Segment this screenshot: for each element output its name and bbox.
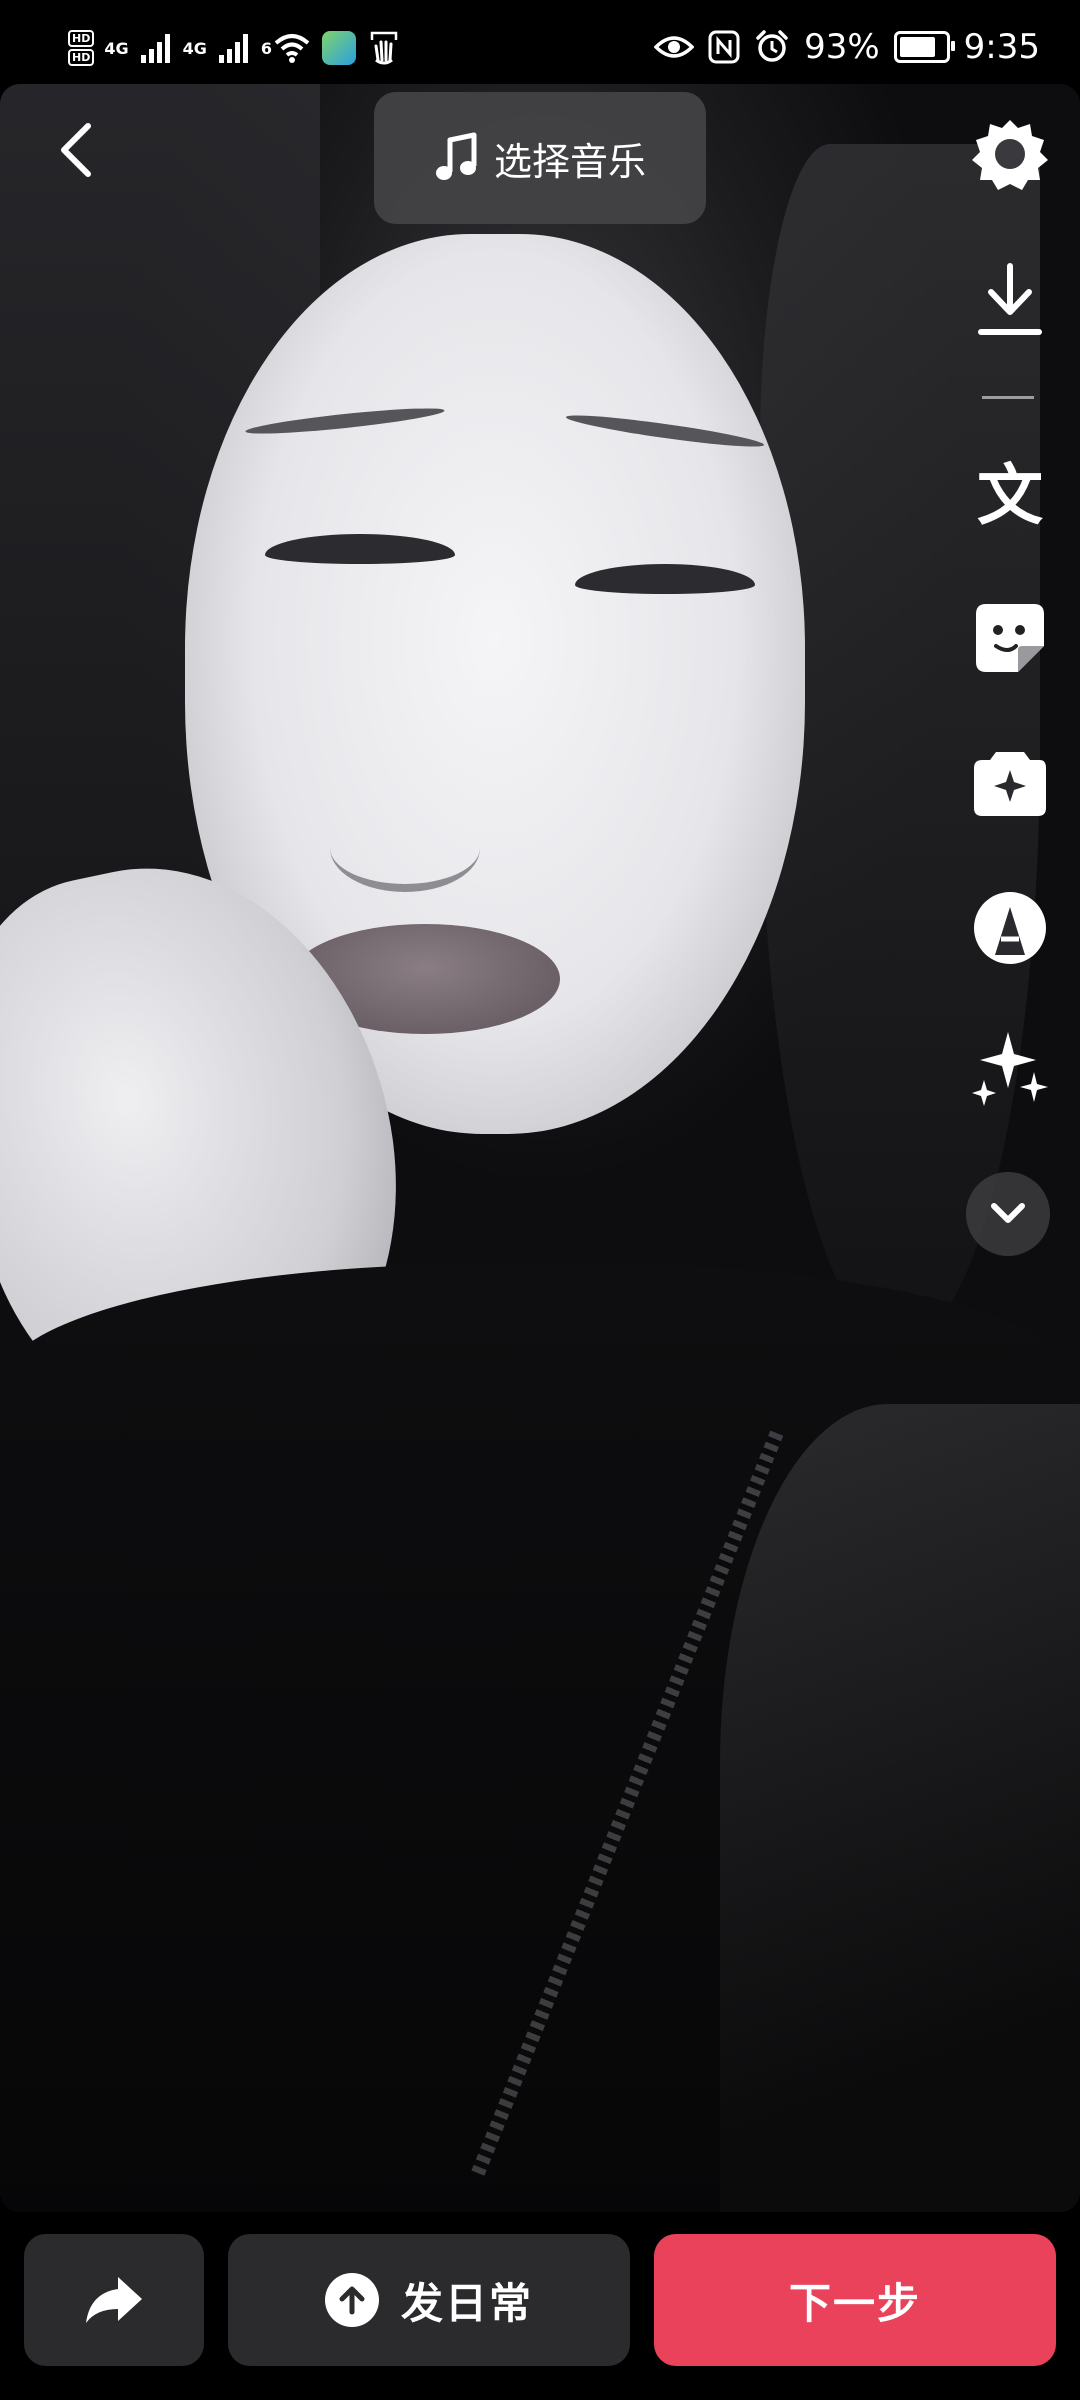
toolbar-divider [982, 396, 1034, 399]
upload-circle-icon [324, 2273, 379, 2327]
signal-icon [140, 34, 170, 63]
sparkle-icon [972, 1032, 1048, 1106]
gear-icon [972, 120, 1048, 190]
sticker-icon [976, 604, 1044, 672]
clock: 9:35 [963, 27, 1040, 67]
share-arrow-icon [86, 2277, 142, 2323]
nfc-icon [708, 30, 740, 64]
download-icon [978, 263, 1042, 335]
select-music-label: 选择音乐 [493, 139, 646, 184]
filter-button[interactable] [966, 884, 1054, 972]
status-left: HD HD 4G 4G 6 [68, 24, 402, 72]
hand-icon [370, 31, 398, 65]
chevron-down-icon [991, 1203, 1025, 1223]
share-button[interactable] [24, 2234, 204, 2366]
back-button[interactable] [44, 112, 108, 188]
music-note-icon [435, 132, 477, 180]
photo-brow-left [244, 403, 446, 439]
sticker-button[interactable] [966, 594, 1054, 682]
filter-icon [974, 892, 1046, 964]
next-step-label: 下一步 [788, 2278, 921, 2328]
alarm-icon [756, 30, 788, 62]
bottom-bar: 发日常 下一步 [0, 2212, 1080, 2400]
more-tools-button[interactable] [966, 1172, 1050, 1256]
status-right: 93% 9:35 [654, 22, 1040, 72]
download-button[interactable] [966, 256, 1054, 344]
status-bar: HD HD 4G 4G 6 93% 9:35 [0, 0, 1080, 84]
wifi-generation: 6 [260, 38, 273, 58]
effects-button[interactable] [966, 738, 1054, 826]
app-notification-icon [322, 31, 357, 65]
photo-brow-right [564, 410, 766, 452]
network-type-2: 4G [182, 38, 207, 58]
hd-badge-2: HD [68, 49, 95, 66]
post-daily-button[interactable]: 发日常 [228, 2234, 630, 2366]
signal-icon [218, 34, 248, 63]
settings-button[interactable] [966, 110, 1054, 198]
battery-percent: 93% [804, 27, 880, 67]
text-button[interactable]: 文 [966, 452, 1054, 540]
enhance-button[interactable] [966, 1024, 1054, 1112]
chevron-left-icon [61, 123, 91, 177]
photo-nose [330, 804, 480, 892]
hd-badge-1: HD [68, 30, 95, 47]
photo-eye-left [265, 534, 455, 564]
text-icon: 文 [977, 457, 1043, 534]
wifi-icon [274, 34, 310, 63]
select-music-button[interactable]: 选择音乐 [374, 92, 706, 224]
eye-icon [654, 36, 695, 58]
battery-fill [899, 37, 935, 57]
photo-jacket [720, 1404, 1080, 2212]
up-arrow-icon [339, 2286, 365, 2315]
effects-icon [974, 752, 1046, 816]
battery-icon [893, 31, 955, 63]
hd-icon: HD HD [68, 30, 95, 66]
post-daily-label: 发日常 [400, 2278, 533, 2328]
next-step-button[interactable]: 下一步 [654, 2234, 1056, 2366]
photo-eye-right [575, 564, 755, 594]
photo-preview[interactable] [0, 84, 1080, 2212]
network-type-1: 4G [104, 38, 129, 58]
